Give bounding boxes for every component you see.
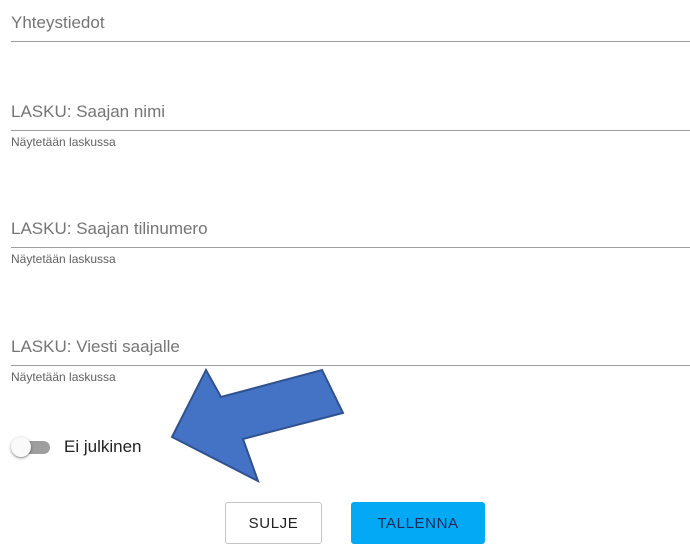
invoice-account-number-input[interactable] [11, 214, 690, 248]
public-toggle-switch[interactable] [10, 432, 56, 462]
save-button[interactable]: TALLENNA [351, 502, 485, 544]
invoice-account-number-helper: Näytetään laskussa [11, 252, 116, 266]
invoice-recipient-name-helper: Näytetään laskussa [11, 135, 116, 149]
public-toggle-row: Ei julkinen [10, 432, 142, 462]
invoice-recipient-name-input[interactable] [11, 97, 690, 131]
public-toggle-label[interactable]: Ei julkinen [64, 437, 142, 457]
toggle-thumb[interactable] [11, 437, 31, 457]
invoice-message-helper: Näytetään laskussa [11, 370, 116, 384]
invoice-message-input[interactable] [11, 332, 690, 366]
close-button[interactable]: SULJE [225, 502, 322, 544]
annotation-arrow-shape [170, 367, 345, 484]
contact-input[interactable] [11, 8, 690, 42]
